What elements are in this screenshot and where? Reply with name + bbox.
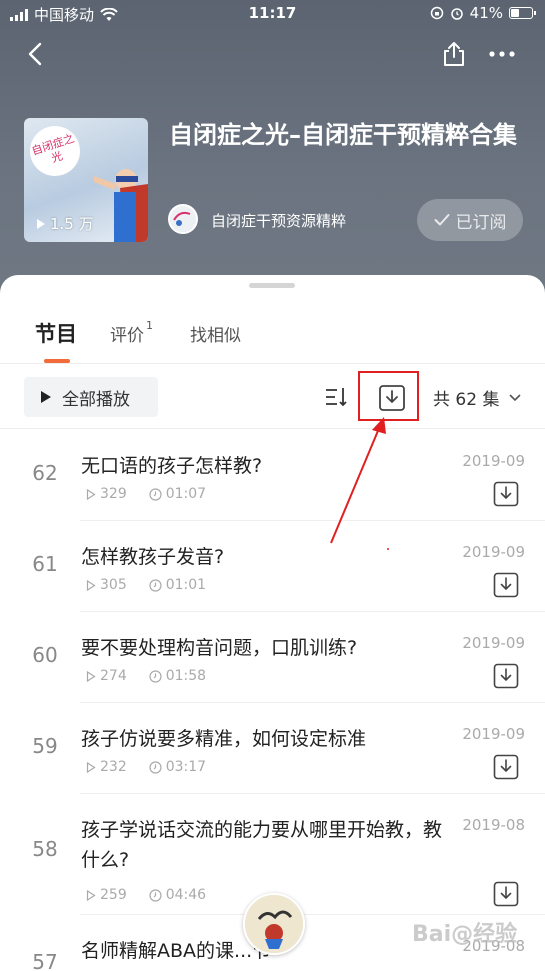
- episode-meta: 329 01:07: [86, 486, 206, 502]
- download-icon[interactable]: [493, 754, 519, 780]
- episode-duration: 01:07: [165, 486, 207, 502]
- clock-icon: [149, 487, 162, 501]
- episode-title[interactable]: 无口语的孩子怎样教?: [81, 451, 451, 481]
- share-icon[interactable]: [440, 40, 468, 68]
- clock-icon: [149, 888, 162, 902]
- tab-divider: [0, 363, 545, 364]
- episode-plays: 305: [100, 577, 127, 593]
- tab-similar-label: 找相似: [190, 326, 241, 346]
- play-all-button[interactable]: 全部播放: [24, 377, 158, 417]
- episode-number: 57: [32, 950, 58, 971]
- episode-plays: 329: [100, 486, 127, 502]
- watermark: Bai@经验: [412, 922, 518, 947]
- subscribe-label: 已订阅: [455, 212, 507, 233]
- play-count-icon: [86, 579, 96, 591]
- play-icon: [41, 391, 51, 403]
- subscribe-button[interactable]: 已订阅: [417, 199, 523, 241]
- episode-title[interactable]: 孩子学说话交流的能力要从哪里开始教，教什么?: [81, 815, 451, 875]
- check-icon: [434, 214, 449, 226]
- play-count-icon: [86, 488, 96, 500]
- episode-meta: 274 01:58: [86, 668, 206, 684]
- mini-player[interactable]: [243, 893, 305, 955]
- episode-title[interactable]: 孩子仿说要多精准，如何设定标准: [81, 724, 451, 754]
- battery-fill: [511, 9, 519, 17]
- episode-sheet: 节目 评价1 找相似 全部播放 共 62 集 62 无口语的孩子怎样教? 2019-…: [0, 275, 545, 971]
- episode-duration: 04:46: [165, 887, 207, 903]
- episode-date: 2019-09: [462, 543, 525, 561]
- episode-duration: 03:17: [165, 759, 207, 775]
- episode-plays: 232: [100, 759, 127, 775]
- album-cover[interactable]: 自闭症之光 1.5 万: [24, 118, 148, 242]
- sheet-handle[interactable]: [249, 283, 295, 288]
- battery-percent: 41%: [469, 4, 503, 22]
- cover-hero-illustration: [94, 169, 148, 242]
- episode-row[interactable]: 62 无口语的孩子怎样教? 2019-09 329 01:07: [0, 430, 545, 521]
- episode-plays: 259: [100, 887, 127, 903]
- play-icon: [37, 218, 45, 229]
- cover-play-count: 1.5 万: [36, 213, 94, 234]
- status-bar: 中国移动 11:17 41%: [0, 0, 545, 28]
- clock-icon: [149, 760, 162, 774]
- episode-date: 2019-09: [462, 725, 525, 743]
- download-icon[interactable]: [493, 881, 519, 907]
- download-icon[interactable]: [493, 663, 519, 689]
- alarm-icon: [450, 8, 463, 20]
- episode-number: 60: [32, 643, 58, 667]
- tab-reviews-badge: 1: [146, 319, 153, 332]
- back-icon[interactable]: [22, 40, 50, 68]
- play-count-label: 1.5 万: [50, 215, 94, 233]
- play-all-label: 全部播放: [62, 389, 130, 410]
- episode-plays: 274: [100, 668, 127, 684]
- tab-reviews[interactable]: 评价1: [110, 319, 153, 346]
- episode-number: 61: [32, 552, 58, 576]
- orientation-lock-icon: [430, 6, 443, 20]
- play-count-icon: [86, 889, 96, 901]
- episode-title[interactable]: 怎样教孩子发音?: [81, 542, 451, 572]
- battery-icon: [509, 7, 536, 19]
- tab-similar[interactable]: 找相似: [190, 321, 241, 346]
- episode-number: 62: [32, 461, 58, 485]
- sort-icon[interactable]: [324, 385, 348, 409]
- episode-duration: 01:58: [165, 668, 207, 684]
- download-icon[interactable]: [493, 481, 519, 507]
- episode-date: 2019-09: [462, 634, 525, 652]
- tab-episodes[interactable]: 节目: [35, 318, 77, 348]
- episode-meta: 259 04:46: [86, 887, 206, 903]
- episode-number: 58: [32, 837, 58, 861]
- episode-meta: 232 03:17: [86, 759, 206, 775]
- clock-icon: [149, 578, 162, 592]
- episode-row[interactable]: 60 要不要处理构音问题，口肌训练? 2019-09 274 01:58: [0, 612, 545, 703]
- episode-duration: 01:01: [165, 577, 207, 593]
- episode-meta: 305 01:01: [86, 577, 206, 593]
- episode-count-label: 共 62 集: [433, 390, 500, 410]
- episode-row[interactable]: 59 孩子仿说要多精准，如何设定标准 2019-09 232 03:17: [0, 703, 545, 794]
- mini-player-artwork: [245, 895, 303, 953]
- episode-count-dropdown[interactable]: 共 62 集: [433, 385, 522, 410]
- download-highlight-box: [358, 371, 419, 421]
- clock-icon: [149, 669, 162, 683]
- tab-episodes-label: 节目: [35, 322, 77, 346]
- more-icon[interactable]: [487, 42, 517, 66]
- album-title: 自闭症之光–自闭症干预精粹合集: [169, 121, 517, 149]
- cover-text: 自闭症之光: [30, 131, 76, 166]
- author-avatar[interactable]: [168, 204, 198, 234]
- tab-reviews-label: 评价: [110, 326, 144, 346]
- play-count-icon: [86, 761, 96, 773]
- status-right: 41%: [430, 4, 536, 22]
- author-name[interactable]: 自闭症干预资源精粹: [211, 210, 346, 231]
- chevron-down-icon: [509, 393, 522, 401]
- episode-title[interactable]: 要不要处理构音问题，口肌训练?: [81, 633, 451, 663]
- avatar-image: [170, 206, 196, 232]
- episode-date: 2019-08: [462, 816, 525, 834]
- episode-row[interactable]: 61 怎样教孩子发音? 2019-09 305 01:01: [0, 521, 545, 612]
- cover-bubble: 自闭症之光: [24, 119, 87, 183]
- toolbar-divider: [0, 428, 545, 429]
- play-count-icon: [86, 670, 96, 682]
- episode-date: 2019-09: [462, 452, 525, 470]
- episode-number: 59: [32, 734, 58, 758]
- download-icon[interactable]: [493, 572, 519, 598]
